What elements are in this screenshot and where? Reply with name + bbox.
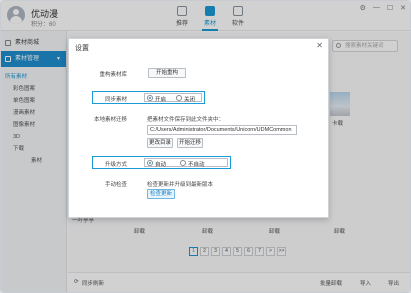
app-window: 优动漫 积分：60 推荐 素材 软件 ⚙ — ☐ ✕ 素材商城 素材管理 ▼ 所… <box>0 0 411 293</box>
rebuild-label: 重构素材库 <box>99 72 127 78</box>
migrate-path-field[interactable]: C:/Users/Administrator/Documents/Unicorn… <box>147 125 297 135</box>
sync-label: 同步素材 <box>104 97 127 103</box>
dialog-title: 设置 <box>75 45 89 52</box>
sync-on-radio[interactable] <box>147 95 153 101</box>
settings-dialog: 设置 ✕ 重构素材库 开始重构 同步素材 开启 关闭 本地素材迁移 把素材文件保… <box>68 38 329 218</box>
migrate-label: 本地素材迁移 <box>93 117 127 123</box>
check-update-button[interactable]: 检查更新 <box>147 189 175 199</box>
close-icon[interactable]: ✕ <box>316 41 323 50</box>
upgrade-auto-radio[interactable] <box>147 160 153 166</box>
upgrade-auto-label: 自动 <box>155 162 167 168</box>
start-migrate-button[interactable]: 开始迁移 <box>177 138 203 148</box>
sync-off-label: 关闭 <box>184 97 196 103</box>
upgrade-label: 升级方式 <box>104 162 127 168</box>
check-hint: 检查更新并升级到最新版本 <box>147 182 214 188</box>
sync-on-label: 开启 <box>155 97 167 103</box>
upgrade-manual-radio[interactable] <box>180 160 186 166</box>
rebuild-button[interactable]: 开始重构 <box>148 68 186 78</box>
upgrade-manual-label: 不自动 <box>188 162 205 168</box>
check-label: 手动检查 <box>104 182 127 188</box>
change-dir-button[interactable]: 更改目录 <box>147 138 173 148</box>
migrate-hint: 把素材文件保存到此文件夹中： <box>147 117 225 123</box>
sync-off-radio[interactable] <box>176 95 182 101</box>
